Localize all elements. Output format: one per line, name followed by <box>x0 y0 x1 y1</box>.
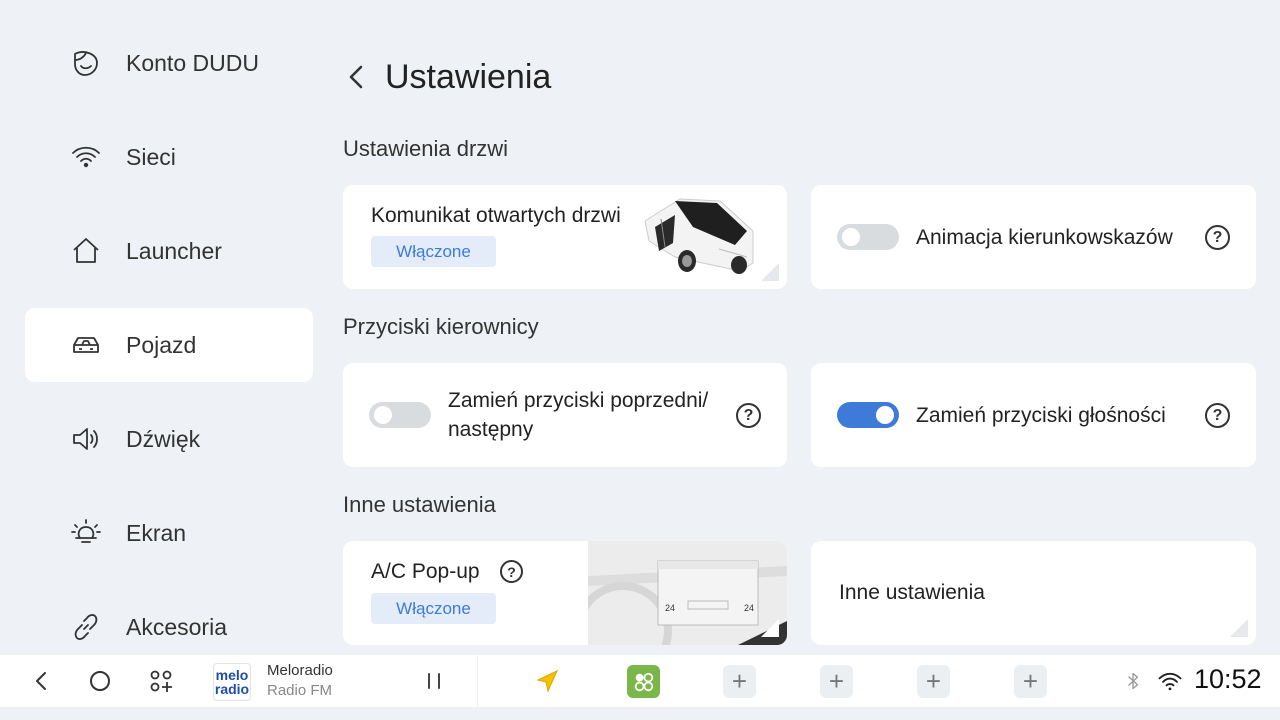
add-shortcut-button-4[interactable]: + <box>1014 665 1047 698</box>
sidebar-item-sieci[interactable]: Sieci <box>25 120 313 194</box>
swap-prev-next-label-line2: następny <box>448 418 534 441</box>
apps-grid-icon <box>150 670 172 692</box>
swap-volume-card: Zamień przyciski głośności ? <box>811 363 1256 467</box>
swap-prev-next-toggle[interactable] <box>369 402 431 428</box>
bluetooth-icon <box>1117 665 1149 697</box>
pause-button[interactable] <box>418 665 450 697</box>
door-message-label: Komunikat otwartych drzwi <box>371 204 621 227</box>
wifi-status-icon <box>1154 665 1186 697</box>
speaker-icon <box>70 423 102 455</box>
ac-popup-status-badge[interactable]: Włączone <box>371 593 496 624</box>
nav-back-button[interactable] <box>25 665 57 697</box>
card-corner-indicator <box>1230 619 1248 637</box>
turn-signal-label: Animacja kierunkowskazów <box>916 226 1173 249</box>
dashboard-screen-illustration: 24 24 <box>588 541 787 645</box>
sidebar-item-konto-dudu[interactable]: Konto DUDU <box>25 26 313 100</box>
sidebar-item-label: Ekran <box>126 519 187 546</box>
bottom-bar-divider <box>477 655 478 707</box>
ac-temp-left: 24 <box>665 603 675 613</box>
pause-icon <box>428 673 440 689</box>
circle-home-icon <box>90 671 110 691</box>
swap-volume-toggle[interactable] <box>837 402 899 428</box>
account-face-icon <box>70 47 102 79</box>
swap-prev-next-card: Zamień przyciski poprzedni/ następny ? <box>343 363 787 467</box>
add-shortcut-button-1[interactable]: + <box>723 665 756 698</box>
car-doors-open-illustration <box>644 198 754 274</box>
navigation-app-button[interactable] <box>531 665 563 697</box>
app-grid-icon <box>634 672 653 691</box>
sidebar-item-label: Pojazd <box>126 331 197 358</box>
home-icon <box>70 235 102 267</box>
ac-popup-label: A/C Pop-up <box>371 560 480 583</box>
help-icon[interactable]: ? <box>1205 225 1230 250</box>
wifi-icon <box>70 141 102 173</box>
section-title-doors: Ustawienia drzwi <box>343 136 509 161</box>
car-icon <box>70 329 102 361</box>
door-message-card[interactable]: Komunikat otwartych drzwi Włączone <box>343 185 787 289</box>
card-corner-indicator <box>761 263 779 281</box>
turn-signal-toggle[interactable] <box>837 224 899 250</box>
media-logo-text-2: radio <box>214 681 250 697</box>
help-icon[interactable]: ? <box>736 403 761 428</box>
add-shortcut-button-2[interactable]: + <box>820 665 853 698</box>
sidebar-item-label: Launcher <box>126 237 222 264</box>
swap-volume-label: Zamień przyciski głośności <box>916 404 1166 427</box>
door-message-status-badge[interactable]: Włączone <box>371 236 496 267</box>
app-launcher-green-button[interactable] <box>627 665 660 698</box>
navigation-arrow-icon <box>536 669 559 693</box>
section-title-other: Inne ustawienia <box>343 492 496 517</box>
toggle-knob <box>842 228 860 246</box>
sidebar-item-akcesoria[interactable]: Akcesoria <box>25 590 313 664</box>
section-title-steering: Przyciski kierownicy <box>343 314 539 339</box>
swap-prev-next-label: Zamień przyciski poprzedni/ następny <box>448 386 708 444</box>
sidebar-item-label: Sieci <box>126 143 176 170</box>
media-app-logo[interactable]: melo radio <box>213 663 251 701</box>
sidebar-item-label: Akcesoria <box>126 613 227 640</box>
nav-apps-button[interactable] <box>145 665 177 697</box>
sidebar-item-label: Dźwięk <box>126 425 201 452</box>
add-shortcut-button-3[interactable]: + <box>917 665 950 698</box>
link-icon <box>70 611 102 643</box>
brightness-icon <box>70 517 102 549</box>
ac-popup-card[interactable]: A/C Pop-up ? Włączone 24 24 <box>343 541 787 645</box>
page-title: Ustawienia <box>385 57 552 96</box>
sidebar-item-ekran[interactable]: Ekran <box>25 496 313 570</box>
sidebar-item-launcher[interactable]: Launcher <box>25 214 313 288</box>
page-header: Ustawienia <box>343 55 551 99</box>
back-button[interactable] <box>343 55 371 99</box>
chevron-left-icon <box>36 672 46 690</box>
sidebar-item-label: Konto DUDU <box>126 49 259 76</box>
toggle-knob <box>374 406 392 424</box>
nav-home-button[interactable] <box>84 665 116 697</box>
help-icon[interactable]: ? <box>1205 403 1230 428</box>
media-logo-text-1: melo <box>215 667 249 683</box>
swap-prev-next-label-line1: Zamień przyciski poprzedni/ <box>448 389 709 412</box>
toggle-knob <box>876 406 894 424</box>
card-corner-indicator <box>761 619 779 637</box>
help-icon[interactable]: ? <box>500 560 523 583</box>
media-subtitle: Radio FM <box>267 682 333 699</box>
sidebar-item-pojazd[interactable]: Pojazd <box>25 308 313 382</box>
ac-temp-right: 24 <box>744 603 754 613</box>
status-clock: 10:52 <box>1194 664 1262 694</box>
bottom-bar: melo radio Meloradio Radio FM + + + + 10… <box>0 655 1280 707</box>
sidebar: Konto DUDU Sieci Launcher Pojazd Dźwięk … <box>0 0 330 655</box>
sidebar-item-dzwiek[interactable]: Dźwięk <box>25 402 313 476</box>
media-title: Meloradio <box>267 662 333 679</box>
other-settings-label: Inne ustawienia <box>839 581 985 604</box>
other-settings-card[interactable]: Inne ustawienia <box>811 541 1256 645</box>
turn-signal-card: Animacja kierunkowskazów ? <box>811 185 1256 289</box>
chevron-left-icon <box>349 65 363 89</box>
